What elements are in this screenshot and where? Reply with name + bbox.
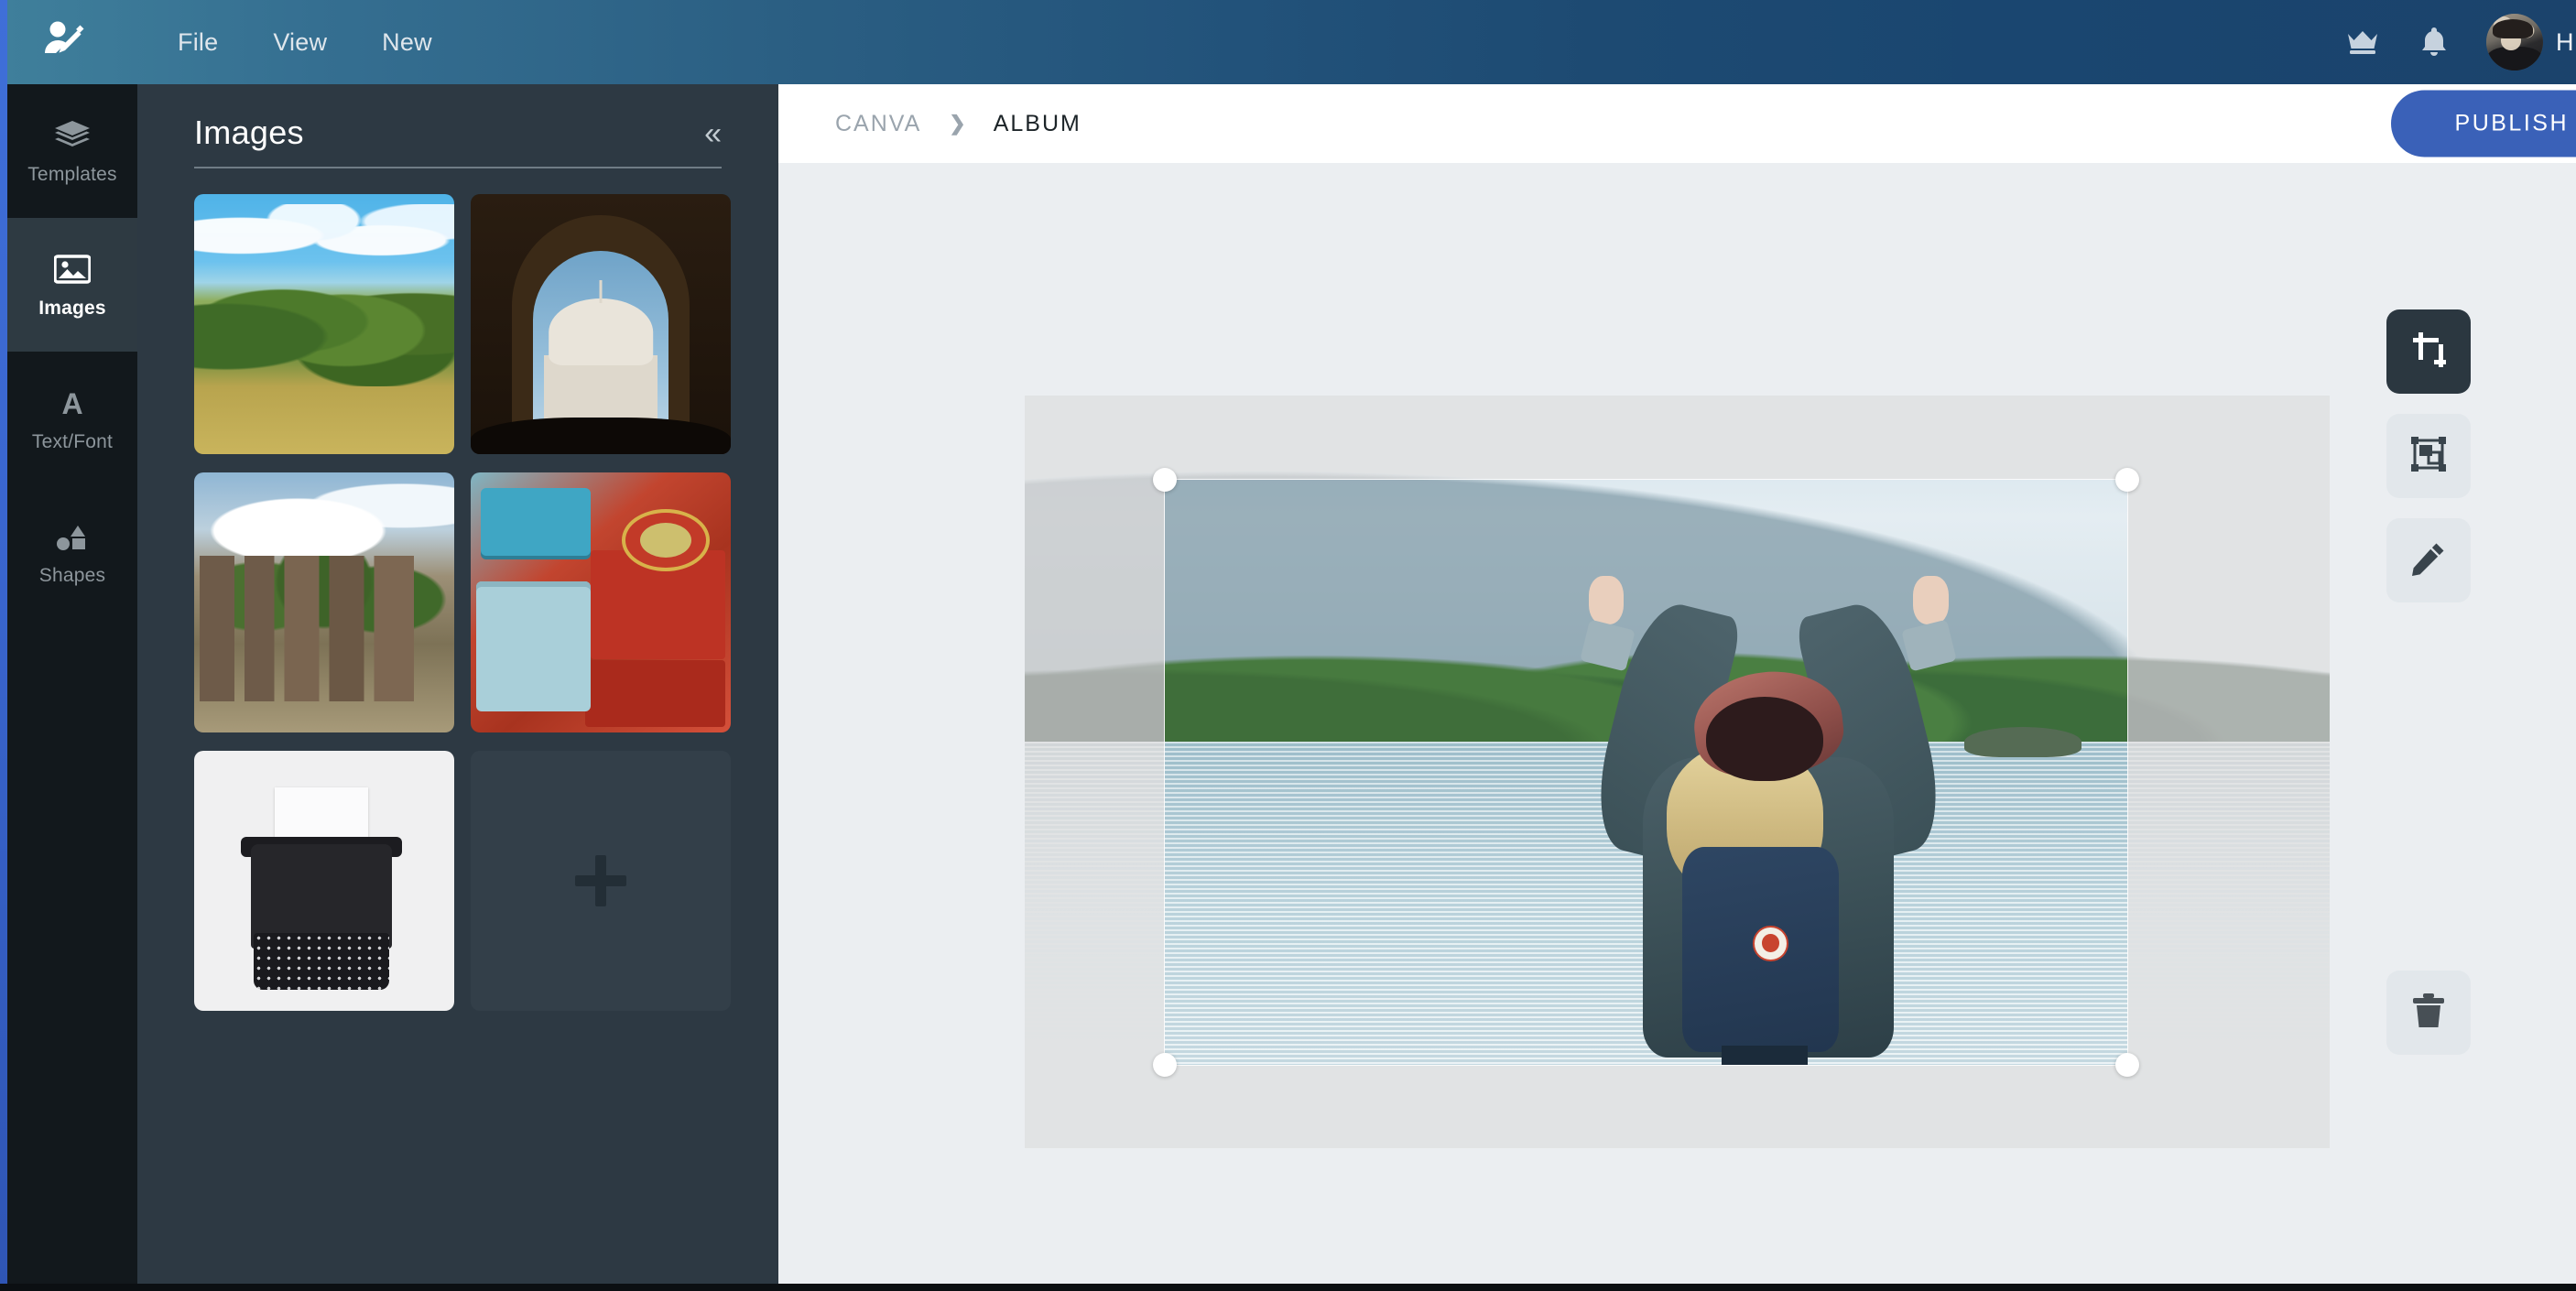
sidebar-item-shapes[interactable]: Shapes — [7, 485, 137, 619]
delete-tool-button[interactable] — [2386, 971, 2471, 1055]
shapes-icon — [54, 518, 91, 555]
image-tool-stack — [2386, 309, 2471, 602]
accent-rail — [0, 0, 7, 1291]
plus-icon — [575, 855, 626, 906]
thumb-art — [194, 472, 454, 732]
bottom-strip — [0, 1284, 2576, 1291]
image-thumbnail-taj-mahal-archway[interactable] — [471, 194, 731, 454]
crop-tool-button[interactable] — [2386, 309, 2471, 394]
breadcrumb-root[interactable]: CANVA — [835, 111, 921, 137]
chevron-right-icon: ❯ — [949, 112, 966, 135]
crop-handle-bottom-left[interactable] — [1153, 1053, 1177, 1077]
pencil-icon — [2411, 541, 2446, 580]
transform-icon — [2411, 436, 2446, 476]
image-thumbnail-vintage-tins[interactable] — [471, 472, 731, 732]
photo-subject-person — [1573, 546, 1965, 1065]
publish-button[interactable]: PUBLISH — [2390, 90, 2576, 157]
menu-item-file[interactable]: File — [150, 28, 245, 57]
avatar-body — [2487, 46, 2542, 71]
sidebar-item-images[interactable]: Images — [7, 218, 137, 352]
image-thumbnail-grid — [194, 194, 731, 1011]
crop-icon — [2410, 331, 2447, 373]
crown-icon[interactable] — [2327, 0, 2398, 84]
sidebar-item-templates-label: Templates — [27, 163, 117, 185]
breadcrumb-current: ALBUM — [993, 110, 1081, 136]
sidebar-item-shapes-label: Shapes — [38, 564, 106, 586]
crop-handle-bottom-right[interactable] — [2115, 1053, 2139, 1077]
breadcrumb-bar: CANVA ❯ ALBUM PUBLISH — [778, 84, 2576, 163]
svg-text:A: A — [61, 387, 82, 418]
edit-tool-button[interactable] — [2386, 518, 2471, 602]
letter-a-icon: A — [57, 385, 88, 421]
canvas-stage[interactable] — [778, 163, 2576, 1291]
image-thumbnail-forest-field-landscape[interactable] — [194, 194, 454, 454]
layers-icon — [54, 117, 91, 154]
panel-title: Images — [194, 114, 304, 151]
fit-tool-button[interactable] — [2386, 414, 2471, 498]
trash-icon — [2412, 993, 2445, 1033]
thumb-art — [194, 194, 454, 454]
left-icon-rail: Templates Images A Text/Font Shapes — [7, 84, 137, 1291]
sidebar-item-text-font-label: Text/Font — [31, 430, 114, 452]
canvas-image-cropped — [1165, 480, 2127, 1065]
avatar[interactable] — [2486, 14, 2543, 71]
main-workspace: CANVA ❯ ALBUM PUBLISH — [778, 84, 2576, 1291]
panel-header: Images « — [194, 84, 722, 168]
image-icon — [54, 251, 91, 287]
breadcrumb: CANVA ❯ ALBUM — [835, 111, 1081, 137]
thumb-art — [194, 751, 454, 1011]
menu-item-new[interactable]: New — [354, 28, 460, 57]
sidebar-item-templates[interactable]: Templates — [7, 84, 137, 218]
image-thumbnail-vintage-typewriter[interactable] — [194, 751, 454, 1011]
photo-artwork — [1165, 480, 2127, 1065]
user-edit-logo-icon[interactable] — [37, 14, 93, 71]
app-header: File View New H — [7, 0, 2576, 84]
double-chevron-left-icon[interactable]: « — [704, 118, 722, 152]
thumb-art — [471, 194, 731, 454]
thumb-art — [471, 472, 731, 732]
avatar-hair — [2493, 19, 2533, 39]
photo-rock — [1964, 726, 2082, 757]
menu-item-view[interactable]: View — [245, 28, 354, 57]
images-panel: Images « — [137, 84, 778, 1291]
main-menu: File View New — [150, 28, 460, 57]
add-image-tile[interactable] — [471, 751, 731, 1011]
image-thumbnail-overgrown-ruins[interactable] — [194, 472, 454, 732]
sidebar-item-text-font[interactable]: A Text/Font — [7, 352, 137, 485]
sidebar-item-images-label: Images — [38, 297, 106, 319]
header-actions: H — [2327, 0, 2576, 84]
bell-icon[interactable] — [2398, 0, 2470, 84]
crop-handle-top-left[interactable] — [1153, 468, 1177, 492]
crop-handle-top-right[interactable] — [2115, 468, 2139, 492]
header-user-name[interactable]: H — [2556, 28, 2576, 57]
crop-selection[interactable] — [1165, 480, 2127, 1065]
